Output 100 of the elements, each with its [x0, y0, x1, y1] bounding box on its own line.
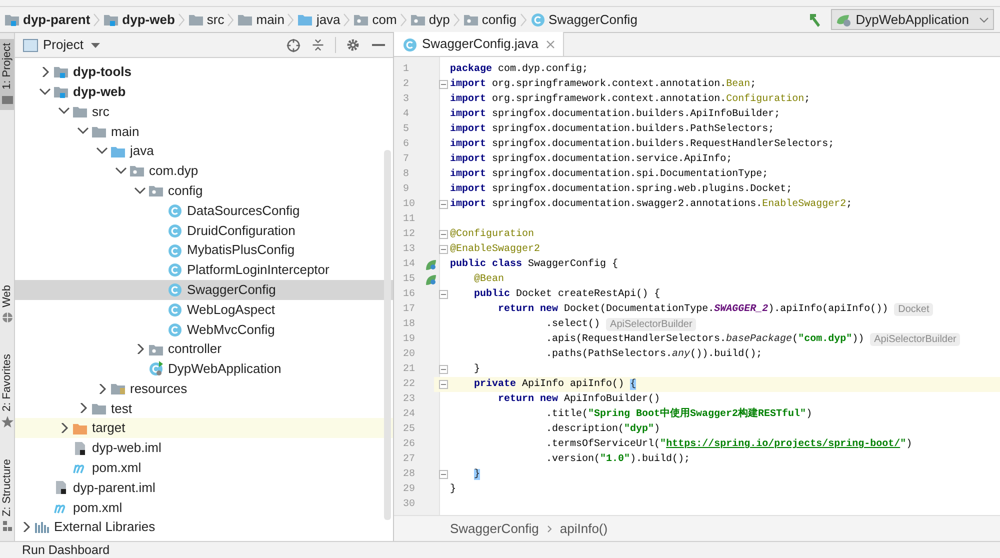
tree-item[interactable]: target: [15, 418, 393, 438]
tree-item[interactable]: PlatformLoginInterceptor: [15, 260, 393, 280]
folder-icon: [188, 12, 204, 27]
breadcrumb-item[interactable]: apiInfo(): [560, 518, 608, 538]
line-number: 18: [402, 318, 416, 332]
locate-icon[interactable]: [286, 38, 301, 52]
code-line: }: [450, 482, 456, 497]
line-number: 23: [402, 393, 416, 407]
breadcrumb-item[interactable]: src: [188, 10, 224, 30]
breadcrumb-item[interactable]: main: [237, 10, 284, 30]
line-number: 13: [402, 243, 416, 257]
tree-item[interactable]: test: [15, 398, 393, 418]
chevron-right-icon: [93, 12, 100, 26]
collapse-all-icon[interactable]: [311, 38, 325, 52]
code-line: .select(): [545, 318, 600, 332]
code-line: return new Docket(DocumentationType.SWAGGER_2).apiInfo(apiInfo()): [497, 302, 888, 317]
tree-item[interactable]: External Libraries: [15, 517, 393, 538]
fold-marker-icon[interactable]: [439, 245, 448, 254]
fold-marker-icon[interactable]: [439, 380, 448, 389]
tree-item[interactable]: src: [15, 102, 393, 122]
minimize-icon[interactable]: [372, 43, 385, 47]
tool-window-tab[interactable]: Web: [0, 280, 14, 328]
tool-window-tab[interactable]: Z: Structure: [0, 454, 14, 537]
tree-item[interactable]: pom.xml: [15, 498, 393, 518]
code-line: import springfox.documentation.builders.PathSelectors;: [450, 122, 774, 137]
close-icon[interactable]: [546, 40, 556, 48]
tree-item[interactable]: SwaggerConfig: [15, 280, 393, 300]
tree-item[interactable]: main: [15, 121, 393, 142]
tree-item[interactable]: controller: [15, 339, 393, 359]
class-icon: [167, 242, 183, 258]
class-icon: [167, 222, 183, 238]
module-folder-icon: [103, 12, 120, 27]
breadcrumb-item[interactable]: dyp-web: [103, 10, 175, 30]
line-number: 10: [402, 198, 416, 212]
module-folder-icon: [53, 84, 69, 100]
tree-item[interactable]: dyp-web.iml: [15, 438, 393, 458]
bean-icon[interactable]: [425, 274, 437, 286]
module-folder-icon: [4, 12, 20, 27]
tool-window-tab[interactable]: 2: Favorites: [0, 350, 14, 433]
tree-item[interactable]: DataSourcesConfig: [15, 200, 393, 220]
line-number: 27: [402, 453, 416, 467]
class-icon: [167, 302, 183, 317]
tree-item[interactable]: pom.xml: [15, 458, 393, 478]
tree-item[interactable]: MybatisPlusConfig: [15, 240, 393, 260]
line-number: 28: [402, 468, 416, 482]
tree-item[interactable]: dyp-parent.iml: [15, 478, 393, 498]
breadcrumb-item[interactable]: SwaggerConfig: [530, 10, 638, 30]
code-line: .apis(RequestHandlerSelectors.basePackage("com.dyp")): [545, 332, 864, 347]
breadcrumb-item[interactable]: com: [353, 10, 397, 30]
tool-window-tab[interactable]: 1: Project: [0, 39, 14, 110]
caret-icon: [91, 42, 100, 48]
bean-icon[interactable]: [425, 258, 437, 270]
line-number: 15: [402, 273, 416, 287]
project-view-icon: [23, 38, 38, 52]
project-icon: [0, 93, 14, 106]
type-hint: Docket: [894, 303, 934, 316]
structure-icon: [0, 520, 14, 533]
scrollbar[interactable]: [384, 150, 391, 520]
tree-item[interactable]: config: [15, 180, 393, 201]
code-line: import springfox.documentation.service.ApiInfo;: [450, 152, 732, 167]
breadcrumb-item[interactable]: dyp: [410, 10, 450, 30]
tree-item[interactable]: dyp-tools: [15, 62, 393, 82]
tree-item[interactable]: WebMvcConfig: [15, 319, 393, 340]
line-number: 22: [402, 378, 416, 392]
fold-marker-icon[interactable]: [439, 200, 448, 209]
code-line: .title("Spring Boot中使用Swagger2构建RESTful"): [545, 407, 812, 422]
chevron-down-icon: [75, 126, 91, 136]
tree-item[interactable]: WebLogAspect: [15, 300, 393, 320]
run-dashboard-tab[interactable]: Run Dashboard: [22, 540, 110, 558]
line-number: 8: [402, 168, 410, 182]
tree-item[interactable]: DruidConfiguration: [15, 220, 393, 240]
settings-icon[interactable]: [346, 38, 360, 52]
line-number: 21: [402, 363, 416, 377]
tree-item[interactable]: java: [15, 141, 393, 161]
tree-item[interactable]: dyp-web: [15, 82, 393, 102]
editor-tab[interactable]: SwaggerConfig.java: [394, 32, 564, 56]
line-number: 7: [402, 153, 410, 167]
chevron-right-icon: [343, 12, 350, 26]
favorites-icon: [0, 416, 14, 429]
fold-marker-icon[interactable]: [439, 470, 448, 479]
code-line: @EnableSwagger2: [450, 242, 540, 257]
breadcrumb-item[interactable]: dyp-parent: [4, 10, 90, 30]
line-number: 24: [402, 408, 416, 422]
package-icon: [148, 183, 164, 198]
fold-marker-icon[interactable]: [439, 230, 448, 239]
line-number: 17: [402, 303, 416, 317]
fold-marker-icon[interactable]: [439, 365, 448, 374]
breadcrumb-item[interactable]: SwaggerConfig: [450, 518, 539, 538]
run-class-icon: [148, 361, 164, 376]
tree-item[interactable]: resources: [15, 378, 393, 399]
breadcrumb-item[interactable]: java: [297, 10, 340, 30]
tree-item[interactable]: DypWebApplication: [15, 358, 393, 379]
fold-marker-icon[interactable]: [439, 80, 448, 89]
view-selector-dropdown[interactable]: Project: [23, 35, 100, 55]
breadcrumb-item[interactable]: config: [462, 10, 517, 30]
tree-item[interactable]: com.dyp: [15, 160, 393, 181]
line-number: 6: [402, 138, 410, 152]
run-configuration-dropdown[interactable]: DypWebApplication: [830, 9, 994, 30]
chevron-right-icon: [227, 12, 234, 26]
fold-marker-icon[interactable]: [439, 290, 448, 299]
